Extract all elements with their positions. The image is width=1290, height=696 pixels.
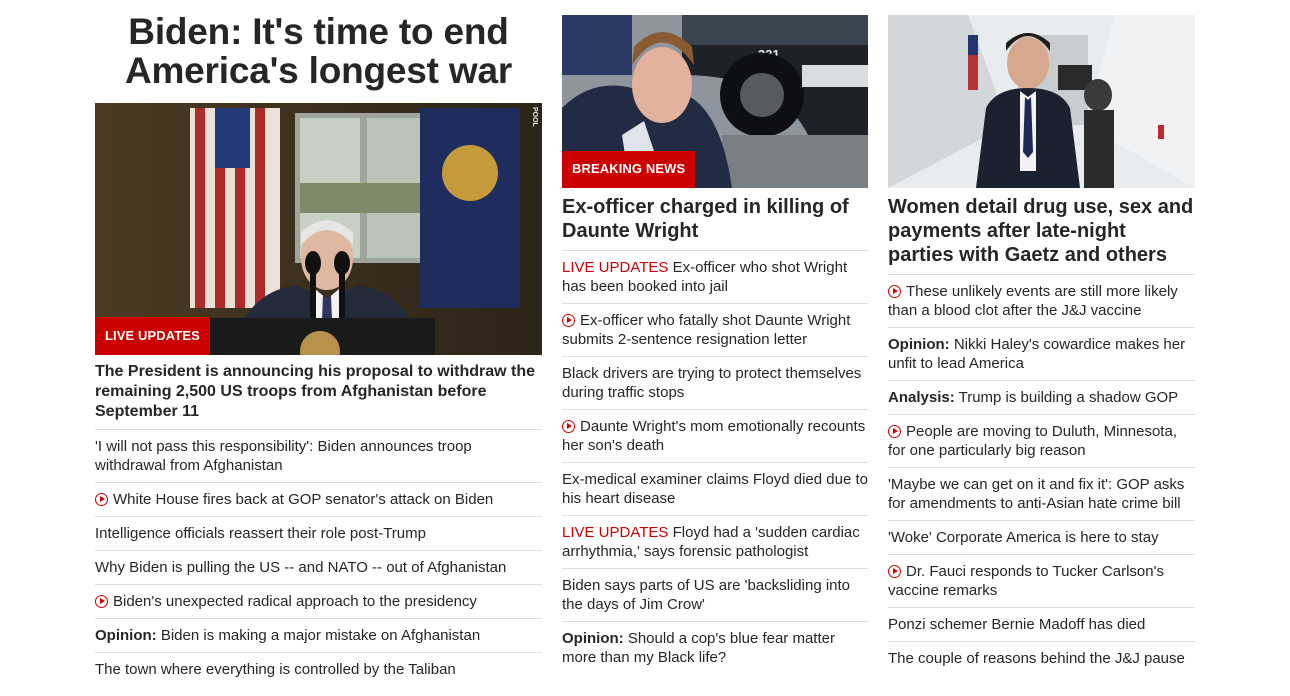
list-item[interactable]: The town where everything is controlled … bbox=[95, 652, 542, 686]
list-item[interactable]: Analysis: Trump is building a shadow GOP bbox=[888, 380, 1195, 414]
list-item[interactable]: Why Biden is pulling the US -- and NATO … bbox=[95, 550, 542, 584]
story-list: 'I will not pass this responsibility': B… bbox=[95, 429, 542, 686]
story-link[interactable]: Why Biden is pulling the US -- and NATO … bbox=[95, 559, 506, 576]
column-headline[interactable]: Ex-officer charged in killing of Daunte … bbox=[562, 195, 868, 250]
story-link[interactable]: Biden's unexpected radical approach to t… bbox=[113, 593, 477, 610]
gaetz-image bbox=[888, 15, 1195, 188]
story-link[interactable]: 'I will not pass this responsibility': B… bbox=[95, 438, 472, 474]
lead-subhead[interactable]: The President is announcing his proposal… bbox=[95, 362, 542, 429]
lead-headline[interactable]: Biden: It's time to end America's longes… bbox=[95, 12, 542, 103]
list-item[interactable]: Daunte Wright's mom emotionally recounts… bbox=[562, 409, 868, 462]
story-link[interactable]: These unlikely events are still more lik… bbox=[888, 283, 1178, 319]
story-link[interactable]: Black drivers are trying to protect them… bbox=[562, 365, 861, 401]
list-item[interactable]: The couple of reasons behind the J&J pau… bbox=[888, 641, 1195, 675]
play-video-icon bbox=[95, 493, 108, 506]
list-item[interactable]: Black drivers are trying to protect them… bbox=[562, 356, 868, 409]
opinion-label: Opinion: bbox=[888, 336, 950, 353]
list-item[interactable]: Opinion: Nikki Haley's cowardice makes h… bbox=[888, 327, 1195, 380]
list-item[interactable]: 'Maybe we can get on it and fix it': GOP… bbox=[888, 467, 1195, 520]
play-video-icon bbox=[888, 565, 901, 578]
list-item[interactable]: LIVE UPDATES Floyd had a 'sudden cardiac… bbox=[562, 515, 868, 568]
list-item[interactable]: Opinion: Should a cop's blue fear matter… bbox=[562, 621, 868, 674]
photo-credit-tag: POOL bbox=[531, 107, 538, 127]
story-link[interactable]: Biden is making a major mistake on Afgha… bbox=[161, 627, 480, 644]
list-item[interactable]: Biden says parts of US are 'backsliding … bbox=[562, 568, 868, 621]
story-link[interactable]: Ex-medical examiner claims Floyd died du… bbox=[562, 471, 868, 507]
list-item[interactable]: 'Woke' Corporate America is here to stay bbox=[888, 520, 1195, 554]
list-item[interactable]: Biden's unexpected radical approach to t… bbox=[95, 584, 542, 618]
list-item[interactable]: Ponzi schemer Bernie Madoff has died bbox=[888, 607, 1195, 641]
officer-photo[interactable]: 331 BREAKING NEWS bbox=[562, 15, 868, 188]
story-list: These unlikely events are still more lik… bbox=[888, 274, 1195, 675]
story-link[interactable]: Intelligence officials reassert their ro… bbox=[95, 525, 426, 542]
live-updates-label: LIVE UPDATES bbox=[562, 259, 669, 276]
analysis-label: Analysis: bbox=[888, 389, 955, 406]
story-link[interactable]: White House fires back at GOP senator's … bbox=[113, 491, 493, 508]
third-story-column: Women detail drug use, sex and payments … bbox=[888, 0, 1195, 675]
list-item[interactable]: LIVE UPDATES Ex-officer who shot Wright … bbox=[562, 250, 868, 303]
story-link[interactable]: The town where everything is controlled … bbox=[95, 661, 456, 678]
live-updates-badge[interactable]: LIVE UPDATES bbox=[95, 317, 210, 355]
play-video-icon bbox=[888, 285, 901, 298]
opinion-label: Opinion: bbox=[95, 627, 157, 644]
list-item[interactable]: These unlikely events are still more lik… bbox=[888, 274, 1195, 327]
story-link[interactable]: Ex-officer who fatally shot Daunte Wrigh… bbox=[562, 312, 850, 348]
biden-photo[interactable]: POOL LIVE UPDATES bbox=[95, 103, 542, 355]
list-item[interactable]: Intelligence officials reassert their ro… bbox=[95, 516, 542, 550]
list-item[interactable]: 'I will not pass this responsibility': B… bbox=[95, 429, 542, 482]
list-item[interactable]: Ex-officer who fatally shot Daunte Wrigh… bbox=[562, 303, 868, 356]
list-item[interactable]: People are moving to Duluth, Minnesota, … bbox=[888, 414, 1195, 467]
gaetz-photo[interactable] bbox=[888, 15, 1195, 188]
second-story-column: 331 BREAKING NEWS Ex-officer charged in … bbox=[562, 0, 868, 674]
breaking-news-badge[interactable]: BREAKING NEWS bbox=[562, 151, 696, 188]
play-video-icon bbox=[95, 595, 108, 608]
story-link[interactable]: 'Maybe we can get on it and fix it': GOP… bbox=[888, 476, 1184, 512]
story-link[interactable]: People are moving to Duluth, Minnesota, … bbox=[888, 423, 1177, 459]
story-link[interactable]: Daunte Wright's mom emotionally recounts… bbox=[562, 418, 865, 454]
lead-story-column: Biden: It's time to end America's longes… bbox=[95, 0, 542, 686]
live-updates-label: LIVE UPDATES bbox=[562, 524, 669, 541]
play-video-icon bbox=[562, 420, 575, 433]
list-item[interactable]: Opinion: Biden is making a major mistake… bbox=[95, 618, 542, 652]
list-item[interactable]: Ex-medical examiner claims Floyd died du… bbox=[562, 462, 868, 515]
story-link[interactable]: Dr. Fauci responds to Tucker Carlson's v… bbox=[888, 563, 1164, 599]
story-link[interactable]: The couple of reasons behind the J&J pau… bbox=[888, 650, 1185, 667]
story-link[interactable]: 'Woke' Corporate America is here to stay bbox=[888, 529, 1159, 546]
opinion-label: Opinion: bbox=[562, 630, 624, 647]
story-link[interactable]: Trump is building a shadow GOP bbox=[959, 389, 1179, 406]
play-video-icon bbox=[888, 425, 901, 438]
list-item[interactable]: White House fires back at GOP senator's … bbox=[95, 482, 542, 516]
story-list: LIVE UPDATES Ex-officer who shot Wright … bbox=[562, 250, 868, 674]
story-link[interactable]: Biden says parts of US are 'backsliding … bbox=[562, 577, 850, 613]
column-headline[interactable]: Women detail drug use, sex and payments … bbox=[888, 195, 1195, 274]
play-video-icon bbox=[562, 314, 575, 327]
story-link[interactable]: Ponzi schemer Bernie Madoff has died bbox=[888, 616, 1145, 633]
list-item[interactable]: Dr. Fauci responds to Tucker Carlson's v… bbox=[888, 554, 1195, 607]
